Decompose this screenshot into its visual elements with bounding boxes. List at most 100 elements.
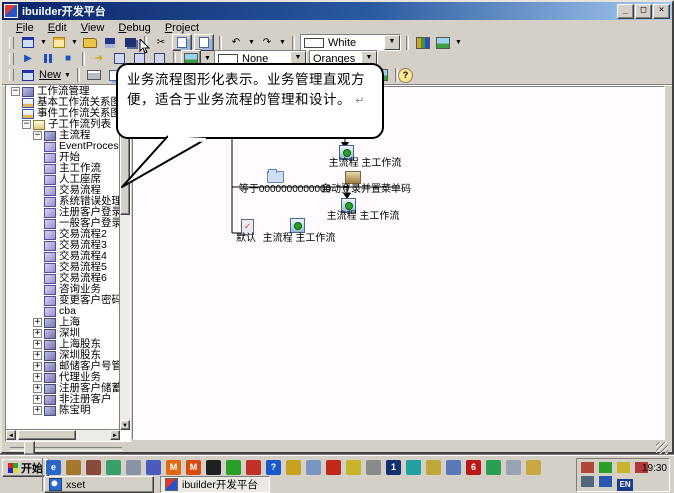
six-red-icon[interactable]: 6: [466, 460, 481, 475]
menu-debug[interactable]: Debug: [112, 22, 156, 34]
scroll-right-icon[interactable]: ►: [110, 430, 120, 440]
zoom-dropdown-icon[interactable]: ▼: [203, 55, 212, 62]
flow-node-briefcase-icon[interactable]: [345, 171, 361, 184]
globe-brown-icon[interactable]: [66, 460, 81, 475]
image-yellow-icon[interactable]: [526, 460, 541, 475]
step-into-icon[interactable]: ➔: [90, 51, 108, 66]
redo-icon[interactable]: ↷: [258, 35, 276, 50]
monitor-teal-icon[interactable]: [406, 460, 421, 475]
workflow-canvas[interactable]: 主流程 主工作流等于0000000000000自动登录并置菜单码主流程 主工作流…: [132, 86, 665, 440]
new-project-dropdown-icon[interactable]: ▼: [39, 39, 48, 46]
minimize-button[interactable]: _: [617, 4, 634, 19]
doc-blue-icon[interactable]: [306, 460, 321, 475]
flow-node-label[interactable]: 主流程 主工作流: [317, 158, 413, 169]
flow-node-label[interactable]: 主流程 主工作流: [315, 211, 411, 222]
undo-dropdown-icon[interactable]: ▼: [247, 39, 256, 46]
mm-orange-icon[interactable]: M: [166, 460, 181, 475]
app-blue-icon[interactable]: [446, 460, 461, 475]
help-blue-icon[interactable]: ?: [266, 460, 281, 475]
clock-yellow-icon[interactable]: [346, 460, 361, 475]
redo-dropdown-icon[interactable]: ▼: [278, 39, 287, 46]
flow-node-label[interactable]: 主流程 主工作流: [251, 233, 347, 244]
menu-project[interactable]: Project: [159, 22, 205, 34]
close-button[interactable]: ×: [653, 4, 670, 19]
toolbar-grip[interactable]: [9, 69, 14, 81]
new-button-label[interactable]: New: [39, 69, 61, 81]
stop-icon[interactable]: ■: [59, 51, 77, 66]
new-dropdown-icon[interactable]: ▼: [63, 72, 72, 79]
ie-icon[interactable]: e: [46, 460, 61, 475]
undo-icon[interactable]: ↶: [227, 35, 245, 50]
copy-icon[interactable]: [172, 34, 192, 51]
expand-icon[interactable]: +: [33, 340, 42, 349]
picture-dropdown-icon[interactable]: ▼: [454, 39, 463, 46]
expand-icon[interactable]: +: [33, 406, 42, 415]
menu-edit[interactable]: Edit: [42, 22, 73, 34]
cut-icon[interactable]: ✂: [152, 35, 170, 50]
toolbar-grip[interactable]: [9, 37, 14, 49]
resize-grip-icon[interactable]: [656, 442, 668, 454]
box-red-icon[interactable]: [326, 460, 341, 475]
collapse-icon[interactable]: −: [22, 120, 31, 129]
open-icon[interactable]: [81, 35, 99, 50]
toolbar-grip[interactable]: [9, 53, 14, 65]
bottom-slider-thumb[interactable]: [24, 441, 35, 455]
collapse-icon[interactable]: −: [33, 131, 42, 140]
collapse-icon[interactable]: −: [11, 87, 20, 96]
castle-yellow-icon[interactable]: [286, 460, 301, 475]
save-icon[interactable]: [101, 35, 119, 50]
globe-purple-icon[interactable]: [146, 460, 161, 475]
scroll-down-icon[interactable]: ▼: [120, 420, 130, 430]
expand-icon[interactable]: +: [33, 395, 42, 404]
mail-icon[interactable]: [86, 460, 101, 475]
tree-item[interactable]: +陈宝明: [7, 405, 119, 416]
help-icon[interactable]: ?: [398, 68, 413, 83]
menu-view[interactable]: View: [75, 22, 111, 34]
scrollbar-thumb[interactable]: [18, 430, 76, 440]
expand-icon[interactable]: +: [33, 373, 42, 382]
monitor-green-icon[interactable]: [226, 460, 241, 475]
task-button-ibuilder[interactable]: ibuilder开发平台: [160, 476, 270, 493]
tray-sync-icon[interactable]: [599, 462, 612, 473]
expand-icon[interactable]: +: [33, 351, 42, 360]
new-item-button[interactable]: [50, 35, 68, 50]
new-document-icon[interactable]: [19, 68, 37, 83]
expand-icon[interactable]: +: [33, 329, 42, 338]
new-item-dropdown-icon[interactable]: ▼: [70, 39, 79, 46]
flow-node-folder-icon[interactable]: [267, 171, 284, 183]
flow-node-label[interactable]: 自动登录并置菜单码: [310, 184, 422, 195]
flow-node-workflow-icon[interactable]: [290, 218, 305, 233]
combo-dropdown-icon[interactable]: ▼: [384, 35, 400, 50]
fill-color-combo[interactable]: White ▼: [300, 34, 401, 51]
expand-icon[interactable]: +: [33, 318, 42, 327]
palette-icon[interactable]: [414, 35, 432, 50]
menu-file[interactable]: File: [10, 22, 40, 34]
scroll-left-icon[interactable]: ◄: [6, 430, 16, 440]
paste-icon[interactable]: [194, 34, 214, 51]
mm-red-icon[interactable]: M: [186, 460, 201, 475]
tray-app-icon[interactable]: [599, 476, 612, 487]
swirl-red-icon[interactable]: [246, 460, 261, 475]
sync-green-icon[interactable]: [106, 460, 121, 475]
print-icon[interactable]: [85, 68, 103, 83]
box-green-icon[interactable]: [486, 460, 501, 475]
run-icon[interactable]: ▶: [19, 51, 37, 66]
picture-tool-icon[interactable]: [434, 35, 452, 50]
chat-icon[interactable]: [126, 460, 141, 475]
expand-icon[interactable]: +: [33, 384, 42, 393]
save-all-icon[interactable]: [121, 35, 139, 50]
language-indicator[interactable]: EN: [617, 479, 633, 491]
expand-icon[interactable]: +: [33, 362, 42, 371]
restore-button[interactable]: □: [635, 4, 652, 19]
qq-penguin-icon[interactable]: [206, 460, 221, 475]
tray-network-icon[interactable]: [581, 462, 594, 473]
tray-monitor-icon[interactable]: [581, 476, 594, 487]
search-gray-icon[interactable]: [506, 460, 521, 475]
edit-yellow-icon[interactable]: [426, 460, 441, 475]
task-button-xset[interactable]: xset: [44, 476, 154, 493]
one-blue-icon[interactable]: 1: [386, 460, 401, 475]
pause-icon[interactable]: [39, 51, 57, 66]
gears-gray-icon[interactable]: [366, 460, 381, 475]
tray-volume-icon[interactable]: [617, 462, 630, 473]
new-project-button[interactable]: [19, 35, 37, 50]
